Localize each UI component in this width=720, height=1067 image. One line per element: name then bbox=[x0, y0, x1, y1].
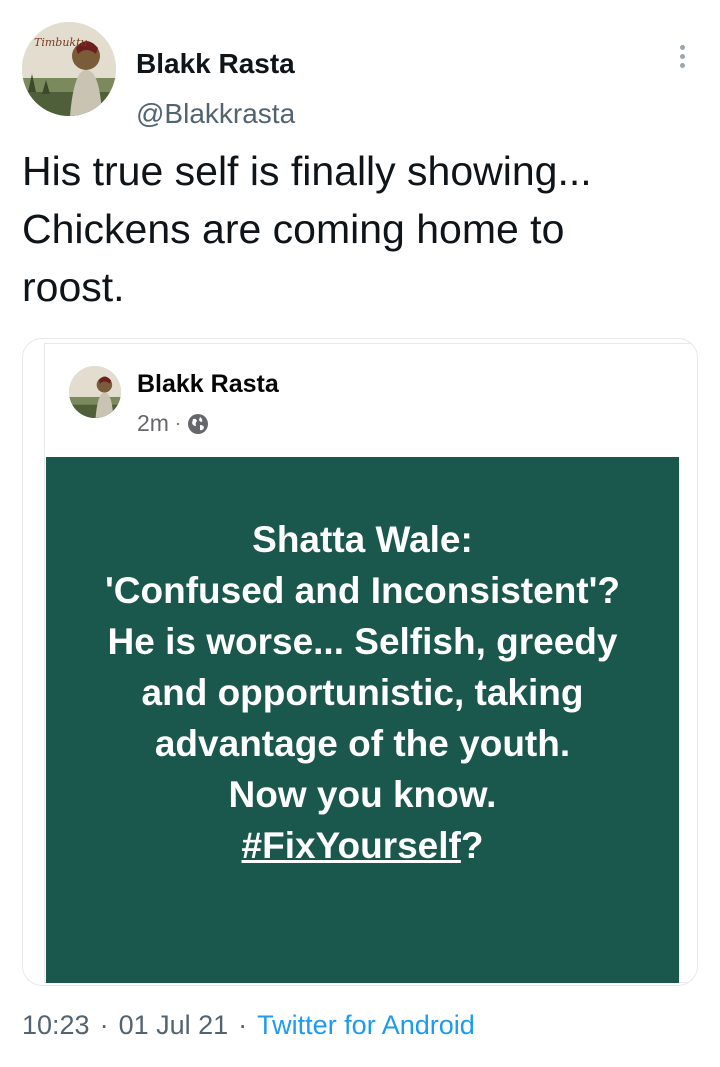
footer-separator: · bbox=[99, 1010, 109, 1040]
quote-hashtag-line: #FixYourself? bbox=[83, 820, 643, 871]
tweet-date: 01 Jul 21 bbox=[118, 1010, 229, 1040]
more-dot bbox=[679, 44, 685, 50]
tweet-header: Timbuktu Blakk Rasta @Blakkrasta bbox=[22, 22, 700, 129]
tweet-source-link[interactable]: Twitter for Android bbox=[257, 1010, 475, 1041]
quote-line-title: Shatta Wale: bbox=[252, 518, 473, 560]
globe-icon bbox=[187, 413, 208, 434]
embedded-avatar bbox=[69, 366, 121, 418]
hashtag-link: #FixYourself bbox=[241, 824, 461, 866]
embedded-image-card[interactable]: Blakk Rasta 2m · Shatta Wale: 'Confused … bbox=[22, 338, 698, 986]
more-vertical-icon[interactable] bbox=[672, 36, 692, 76]
quote-line-body: 'Confused and Inconsistent'? He is worse… bbox=[104, 569, 621, 764]
tweet-footer: 10:23 · 01 Jul 21 · Twitter for Android bbox=[22, 1010, 475, 1041]
tweet-time: 10:23 bbox=[22, 1010, 90, 1040]
hashtag-suffix: ? bbox=[460, 824, 484, 866]
author-avatar[interactable]: Timbuktu bbox=[22, 22, 116, 116]
more-dot bbox=[679, 53, 685, 59]
author-handle[interactable]: @Blakkrasta bbox=[136, 98, 295, 130]
avatar-image: Timbuktu bbox=[22, 22, 116, 116]
quote-line-closing: Now you know. bbox=[228, 773, 497, 815]
tweet-text: His true self is finally showing... Chic… bbox=[22, 148, 592, 310]
footer-separator: · bbox=[238, 1010, 248, 1040]
quote-text: Shatta Wale: 'Confused and Inconsistent'… bbox=[83, 514, 643, 871]
embedded-avatar-image bbox=[69, 366, 121, 418]
embedded-meta-dot: · bbox=[174, 413, 181, 433]
more-dot bbox=[679, 62, 685, 68]
quote-graphic: Shatta Wale: 'Confused and Inconsistent'… bbox=[46, 457, 679, 983]
avatar-logo-text: Timbuktu bbox=[34, 36, 88, 49]
author-name[interactable]: Blakk Rasta bbox=[136, 48, 295, 80]
embedded-author-name: Blakk Rasta bbox=[137, 370, 279, 398]
embedded-post-time: 2m bbox=[137, 410, 169, 436]
embedded-post-meta: 2m · bbox=[137, 410, 209, 437]
